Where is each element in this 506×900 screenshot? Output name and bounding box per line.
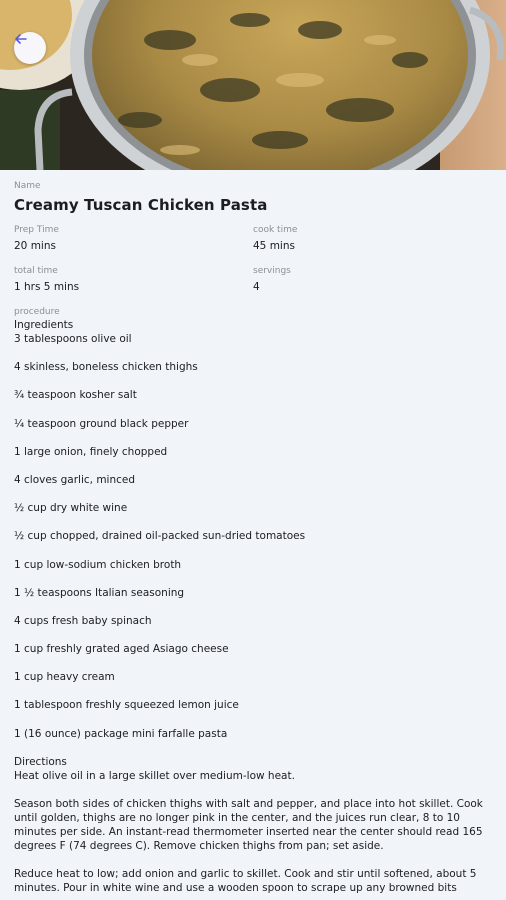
ingredient-item: ¼ teaspoon ground black pepper [14,417,189,430]
ingredient-item: 4 cloves garlic, minced [14,473,136,486]
back-button[interactable] [14,32,46,64]
ingredient-item: ½ cup chopped, drained oil-packed sun-dr… [14,530,306,543]
directions-heading: Directions [14,755,67,768]
procedure-section: procedure Ingredients 3 tablespoons oliv… [14,306,492,895]
ingredient-item: 1 cup freshly grated aged Asiago cheese [14,643,229,656]
direction-step: Heat olive oil in a large skillet over m… [14,769,295,782]
ingredient-item: 4 skinless, boneless chicken thighs [14,361,198,374]
recipe-details: Name Creamy Tuscan Chicken Pasta Prep Ti… [0,170,506,895]
recipe-hero-image [0,0,506,170]
total-time-value: 1 hrs 5 mins [14,281,80,293]
prep-time-label: Prep Time [14,225,59,235]
direction-step: Season both sides of chicken thighs with… [14,797,483,852]
ingredient-item: 1 tablespoon freshly squeezed lemon juic… [14,699,239,712]
name-label: Name [14,181,41,191]
prep-time-value: 20 mins [14,240,56,252]
servings-label: servings [253,266,291,276]
prep-time-field: Prep Time 20 mins [14,224,253,265]
ingredient-item: 1 ½ teaspoons Italian seasoning [14,586,185,599]
ingredients-list: 3 tablespoons olive oil 4 skinless, bone… [14,332,492,755]
ingredient-item: 1 (16 ounce) package mini farfalle pasta [14,727,228,740]
procedure-label: procedure [14,307,60,317]
ingredients-heading: Ingredients [14,319,74,331]
ingredient-item: 1 large onion, finely chopped [14,445,168,458]
ingredient-item: 3 tablespoons olive oil [14,333,132,345]
hero-photo [0,0,506,170]
recipe-title: Creamy Tuscan Chicken Pasta [14,196,268,214]
direction-step: Reduce heat to low; add onion and garlic… [14,867,477,894]
ingredient-item: ½ cup dry white wine [14,502,128,515]
servings-value: 4 [253,281,260,293]
servings-field: servings 4 [253,265,492,306]
total-time-field: total time 1 hrs 5 mins [14,265,253,306]
ingredient-item: 4 cups fresh baby spinach [14,614,152,627]
total-time-label: total time [14,266,58,276]
cook-time-value: 45 mins [253,240,295,252]
ingredient-item: 1 cup low-sodium chicken broth [14,558,182,571]
cook-time-label: cook time [253,225,298,235]
arrow-left-icon [15,34,27,44]
cook-time-field: cook time 45 mins [253,224,492,265]
recipe-times-grid: Prep Time 20 mins cook time 45 mins tota… [14,224,492,306]
ingredient-item: ¾ teaspoon kosher salt [14,389,137,402]
ingredient-item: 1 cup heavy cream [14,671,115,684]
